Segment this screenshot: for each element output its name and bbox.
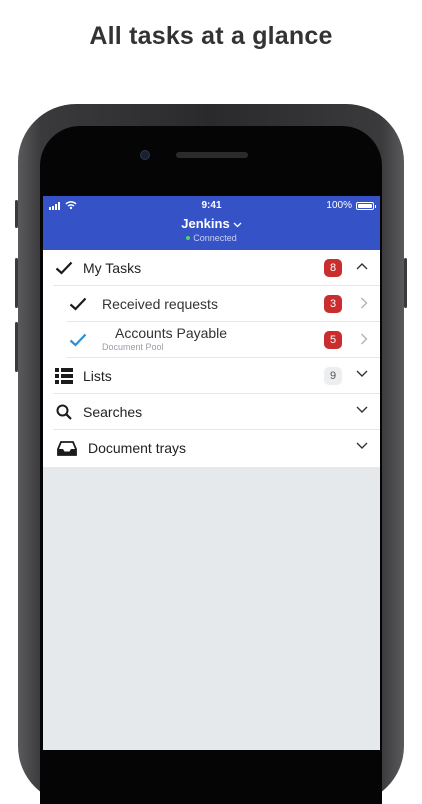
promo-headline: All tasks at a glance — [89, 22, 333, 50]
list-icon — [55, 367, 73, 384]
section-label: Searches — [83, 403, 143, 420]
chevron-down-icon[interactable] — [356, 370, 368, 378]
list-item-received-requests[interactable]: Received requests 3 — [67, 286, 380, 322]
section-my-tasks[interactable]: My Tasks 8 — [53, 250, 380, 286]
section-document-trays[interactable]: Document trays — [53, 430, 380, 466]
status-dot-icon — [186, 235, 191, 240]
checkmark-icon — [69, 297, 87, 311]
list-item-accounts-payable[interactable]: Accounts Payable Document Pool 5 — [67, 322, 380, 358]
chevron-down-icon[interactable] — [356, 442, 368, 450]
count-badge: 8 — [324, 259, 342, 277]
count-badge: 5 — [324, 331, 342, 349]
battery-percent: 100% — [326, 200, 352, 211]
tray-icon — [57, 440, 77, 456]
section-label: My Tasks — [83, 259, 142, 276]
section-searches[interactable]: Searches — [53, 394, 380, 430]
count-badge: 9 — [324, 367, 342, 385]
app-header: 9:41 100% Jenkins Connected — [43, 196, 380, 250]
section-label: Document trays — [88, 440, 187, 456]
section-lists[interactable]: Lists 9 — [53, 358, 380, 394]
speaker-grille — [176, 152, 248, 158]
item-label: Accounts Payable — [115, 325, 228, 342]
chevron-down-icon[interactable] — [356, 406, 368, 414]
navigation-list: My Tasks 8 Received requests 3 Accounts … — [43, 250, 380, 467]
chevron-right-icon — [361, 333, 368, 345]
checkmark-icon — [55, 261, 73, 275]
battery-icon — [356, 202, 376, 210]
item-secondary-label: Document Pool — [102, 341, 164, 352]
account-switcher[interactable]: Jenkins — [43, 216, 380, 231]
camera-icon — [140, 150, 150, 160]
count-badge: 3 — [324, 295, 342, 313]
item-label: Received requests — [102, 295, 218, 312]
app-screen: 9:41 100% Jenkins Connected My Tasks 8 R… — [43, 196, 380, 750]
chevron-right-icon — [361, 297, 368, 309]
checkmark-icon — [69, 333, 87, 347]
section-label: Lists — [83, 367, 112, 384]
account-name: Jenkins — [181, 216, 230, 231]
chevron-up-icon[interactable] — [356, 262, 368, 270]
search-icon — [56, 404, 72, 420]
connection-status: Connected — [43, 233, 380, 243]
chevron-down-icon — [233, 222, 242, 227]
status-bar: 9:41 100% — [43, 199, 380, 213]
